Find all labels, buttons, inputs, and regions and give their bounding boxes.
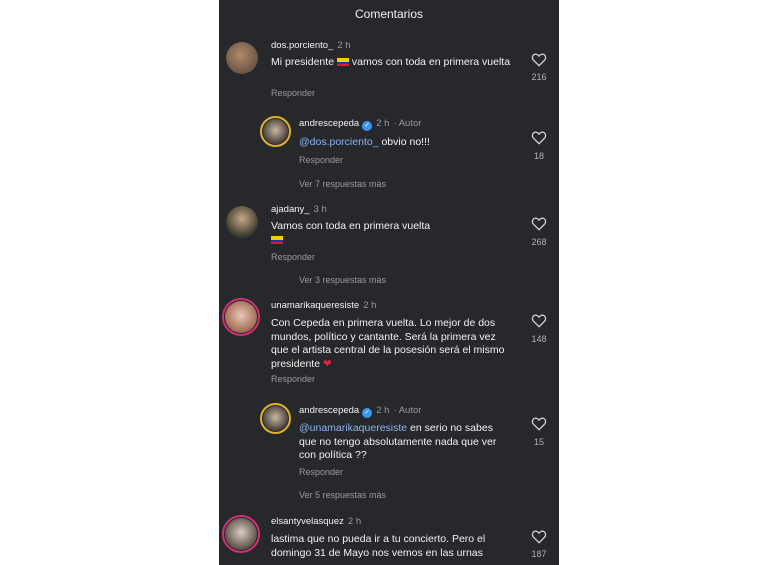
timestamp: 2 h	[347, 516, 362, 527]
avatar[interactable]	[260, 403, 291, 434]
comment-username[interactable]: elsantyvelasquez 2 h	[271, 516, 361, 527]
timestamp: 2 h	[376, 118, 390, 129]
view-more-replies[interactable]: Ver 3 respuestas más	[299, 275, 386, 285]
comment-username[interactable]: dos.porciento_ 2 h	[271, 40, 351, 51]
timestamp: 2 h	[337, 40, 351, 51]
comment-text-part: Con Cepeda en primera vuelta. Lo mejor d…	[271, 317, 505, 370]
username-text[interactable]: elsantyvelasquez	[271, 516, 344, 527]
comment-text: Con Cepeda en primera vuelta. Lo mejor d…	[271, 317, 509, 371]
like-count: 148	[531, 334, 547, 344]
like-heart-icon[interactable]	[531, 530, 547, 544]
reply-button[interactable]: Responder	[271, 88, 315, 98]
view-more-replies[interactable]: Ver 5 respuestas más	[299, 490, 386, 500]
comment-username[interactable]: andrescepeda ✓ 2 h · Autor	[299, 118, 421, 131]
comment-text-part: Vamos con toda en primera vuelta	[271, 220, 431, 232]
author-label: · Autor	[393, 118, 422, 129]
colombia-flag-icon	[271, 235, 283, 244]
reply-button[interactable]: Responder	[299, 467, 343, 477]
avatar[interactable]	[222, 298, 260, 336]
comment-username[interactable]: unamarikaqueresiste 2 h	[271, 300, 376, 311]
comment-username[interactable]: ajadany_ 3 h	[271, 204, 327, 215]
like-heart-icon[interactable]	[531, 314, 547, 328]
like-heart-icon[interactable]	[531, 417, 547, 431]
view-more-replies[interactable]: Ver 7 respuestas más	[299, 179, 386, 189]
like-count: 15	[533, 437, 544, 447]
reply-button[interactable]: Responder	[271, 252, 315, 262]
like-heart-icon[interactable]	[531, 131, 547, 145]
reply-button[interactable]: Responder	[271, 374, 315, 384]
comment-text: @unamarikaqueresiste en serio no sabes q…	[299, 422, 511, 463]
comment-text: lastima que no pueda ir a tu concierto. …	[271, 533, 511, 560]
verified-badge-icon: ✓	[362, 121, 373, 131]
comment-text-part: lastima que no pueda ir a tu concierto. …	[271, 533, 486, 559]
like-heart-icon[interactable]	[531, 217, 547, 231]
comments-panel: Comentarios dos.porciento_ 2 h Mi preside…	[219, 0, 559, 565]
comment-text: Vamos con toda en primera vuelta	[271, 220, 511, 247]
comment-text-part: vamos con toda en primera vuelta	[348, 56, 511, 68]
avatar[interactable]	[226, 42, 258, 74]
timestamp: 2 h	[363, 300, 377, 311]
like-count: 216	[531, 72, 547, 82]
avatar[interactable]	[226, 206, 258, 238]
like-heart-icon[interactable]	[531, 53, 547, 67]
page-title: Comentarios	[354, 7, 424, 21]
like-count: 18	[533, 151, 544, 161]
author-label: · Autor	[393, 405, 422, 416]
username-text[interactable]: ajadany_	[271, 204, 310, 215]
username-text[interactable]: andrescepeda	[299, 118, 359, 129]
avatar[interactable]	[222, 515, 260, 553]
colombia-flag-icon	[336, 58, 349, 66]
like-count: 187	[531, 549, 547, 559]
mention-link[interactable]: @dos.porciento_	[299, 136, 379, 148]
verified-badge-icon: ✓	[362, 408, 373, 418]
comment-text: Mi presidente vamos con toda en primera …	[271, 56, 511, 70]
username-text[interactable]: unamarikaqueresiste	[271, 300, 359, 311]
username-text[interactable]: dos.porciento_	[271, 40, 333, 51]
timestamp: 3 h	[313, 204, 327, 215]
comment-text-part: Mi presidente	[271, 56, 335, 68]
like-count: 268	[531, 237, 547, 247]
mention-link[interactable]: @unamarikaqueresiste	[299, 422, 407, 434]
red-heart-icon: ❤	[322, 357, 332, 370]
comment-username[interactable]: andrescepeda ✓ 2 h · Autor	[299, 405, 421, 418]
avatar[interactable]	[260, 116, 291, 147]
reply-button[interactable]: Responder	[299, 155, 343, 165]
timestamp: 2 h	[376, 405, 390, 416]
comment-text-part: obvio no!!!	[378, 136, 430, 148]
comment-text: @dos.porciento_ obvio no!!!	[299, 136, 499, 150]
username-text[interactable]: andrescepeda	[299, 405, 359, 416]
